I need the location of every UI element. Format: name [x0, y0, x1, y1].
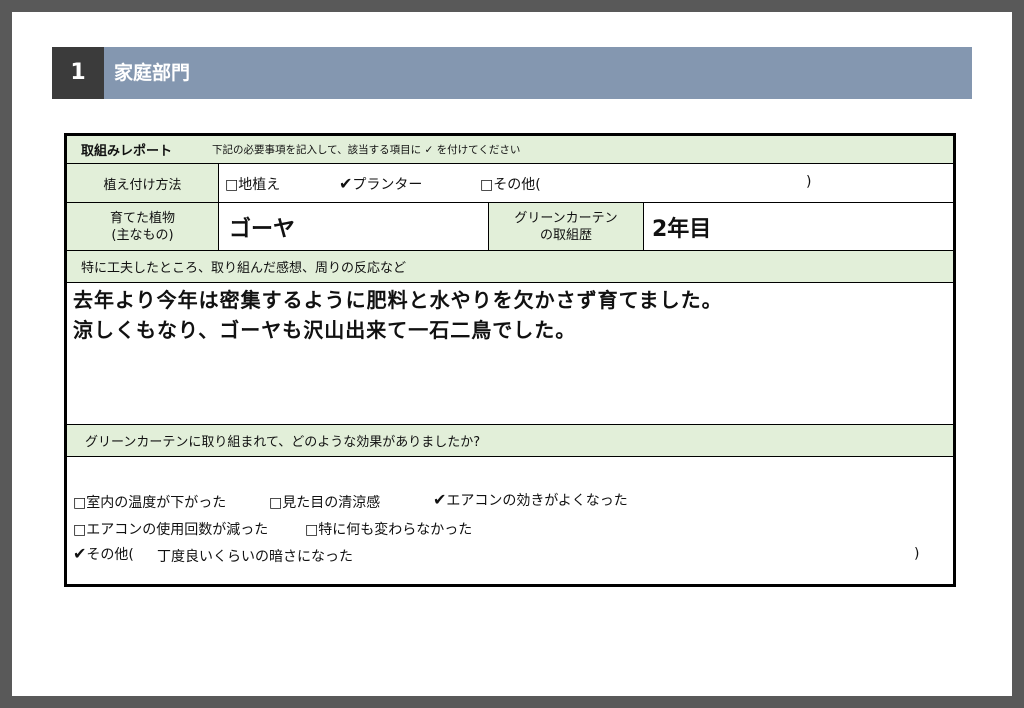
planting-label: 植え付け方法	[67, 164, 219, 202]
checkmark-icon: ✔	[73, 544, 87, 563]
report-form: 取組みレポート 下記の必要事項を記入して、該当する項目に ✓ を付けてください …	[64, 133, 956, 587]
checkbox-empty-icon: □	[73, 522, 87, 538]
history-label: グリーンカーテン の取組歴	[489, 203, 644, 250]
checkmark-icon: ✔	[433, 490, 447, 509]
report-instructions: 下記の必要事項を記入して、該当する項目に ✓ を付けてください	[212, 144, 521, 156]
checkbox-empty-icon: □	[73, 495, 87, 511]
planting-option-other[interactable]: □その他(	[480, 174, 541, 194]
report-sheet: 1 家庭部門 取組みレポート 下記の必要事項を記入して、該当する項目に ✓ を付…	[12, 12, 1012, 696]
effect-ac-usage[interactable]: □エアコンの使用回数が減った	[73, 519, 268, 539]
effects-body: □室内の温度が下がった □見た目の清涼感 ✔エアコンの効きがよくなった □エアコ…	[67, 457, 953, 584]
plant-value[interactable]: ゴーヤ	[219, 203, 489, 250]
effect-cool-look[interactable]: □見た目の清涼感	[269, 492, 380, 512]
effect-close-paren: )	[914, 546, 920, 562]
history-value[interactable]: 2年目	[644, 203, 944, 250]
section-number: 1	[52, 47, 104, 99]
checkbox-empty-icon: □	[225, 177, 239, 193]
effect-no-change[interactable]: □特に何も変わらなかった	[305, 519, 472, 539]
checkbox-empty-icon: □	[269, 495, 283, 511]
comments-line-2: 涼しくもなり、ゴーヤも沢山出来て一石二鳥でした。	[73, 318, 577, 342]
planting-close-paren: )	[806, 174, 812, 190]
plant-row: 育てた植物 (主なもの) ゴーヤ グリーンカーテン の取組歴 2年目	[67, 203, 953, 251]
comments-line-1: 去年より今年は密集するように肥料と水やりを欠かさず育てました。	[73, 288, 723, 312]
report-title: 取組みレポート	[81, 144, 173, 159]
effects-label-row: グリーンカーテンに取り組まれて、どのような効果がありましたか?	[67, 425, 953, 457]
report-title-row: 取組みレポート 下記の必要事項を記入して、該当する項目に ✓ を付けてください	[67, 136, 953, 164]
checkmark-icon: ✔	[339, 174, 353, 193]
plant-label: 育てた植物 (主なもの)	[67, 203, 219, 250]
effect-ac-efficiency[interactable]: ✔エアコンの効きがよくなった	[433, 490, 628, 510]
comments-body[interactable]: 去年より今年は密集するように肥料と水やりを欠かさず育てました。 涼しくもなり、ゴ…	[67, 283, 953, 425]
planting-option-planter[interactable]: ✔プランター	[339, 174, 422, 194]
effect-room-temp[interactable]: □室内の温度が下がった	[73, 492, 226, 512]
section-title: 家庭部門	[114, 62, 191, 84]
comments-text: 去年より今年は密集するように肥料と水やりを欠かさず育てました。 涼しくもなり、ゴ…	[73, 285, 723, 345]
comments-label-row: 特に工夫したところ、取り組んだ感想、周りの反応など	[67, 251, 953, 283]
effect-other[interactable]: ✔その他(	[73, 544, 134, 564]
checkbox-empty-icon: □	[305, 522, 319, 538]
effects-label: グリーンカーテンに取り組まれて、どのような効果がありましたか?	[85, 435, 481, 450]
comments-label: 特に工夫したところ、取り組んだ感想、周りの反応など	[81, 261, 407, 276]
section-header: 1 家庭部門	[52, 47, 972, 99]
effect-other-value[interactable]: 丁度良いくらいの暗さになった	[157, 546, 353, 566]
planting-row: 植え付け方法 □地植え ✔プランター □その他( )	[67, 164, 953, 203]
checkbox-empty-icon: □	[480, 177, 494, 193]
planting-option-ground[interactable]: □地植え	[225, 174, 280, 194]
